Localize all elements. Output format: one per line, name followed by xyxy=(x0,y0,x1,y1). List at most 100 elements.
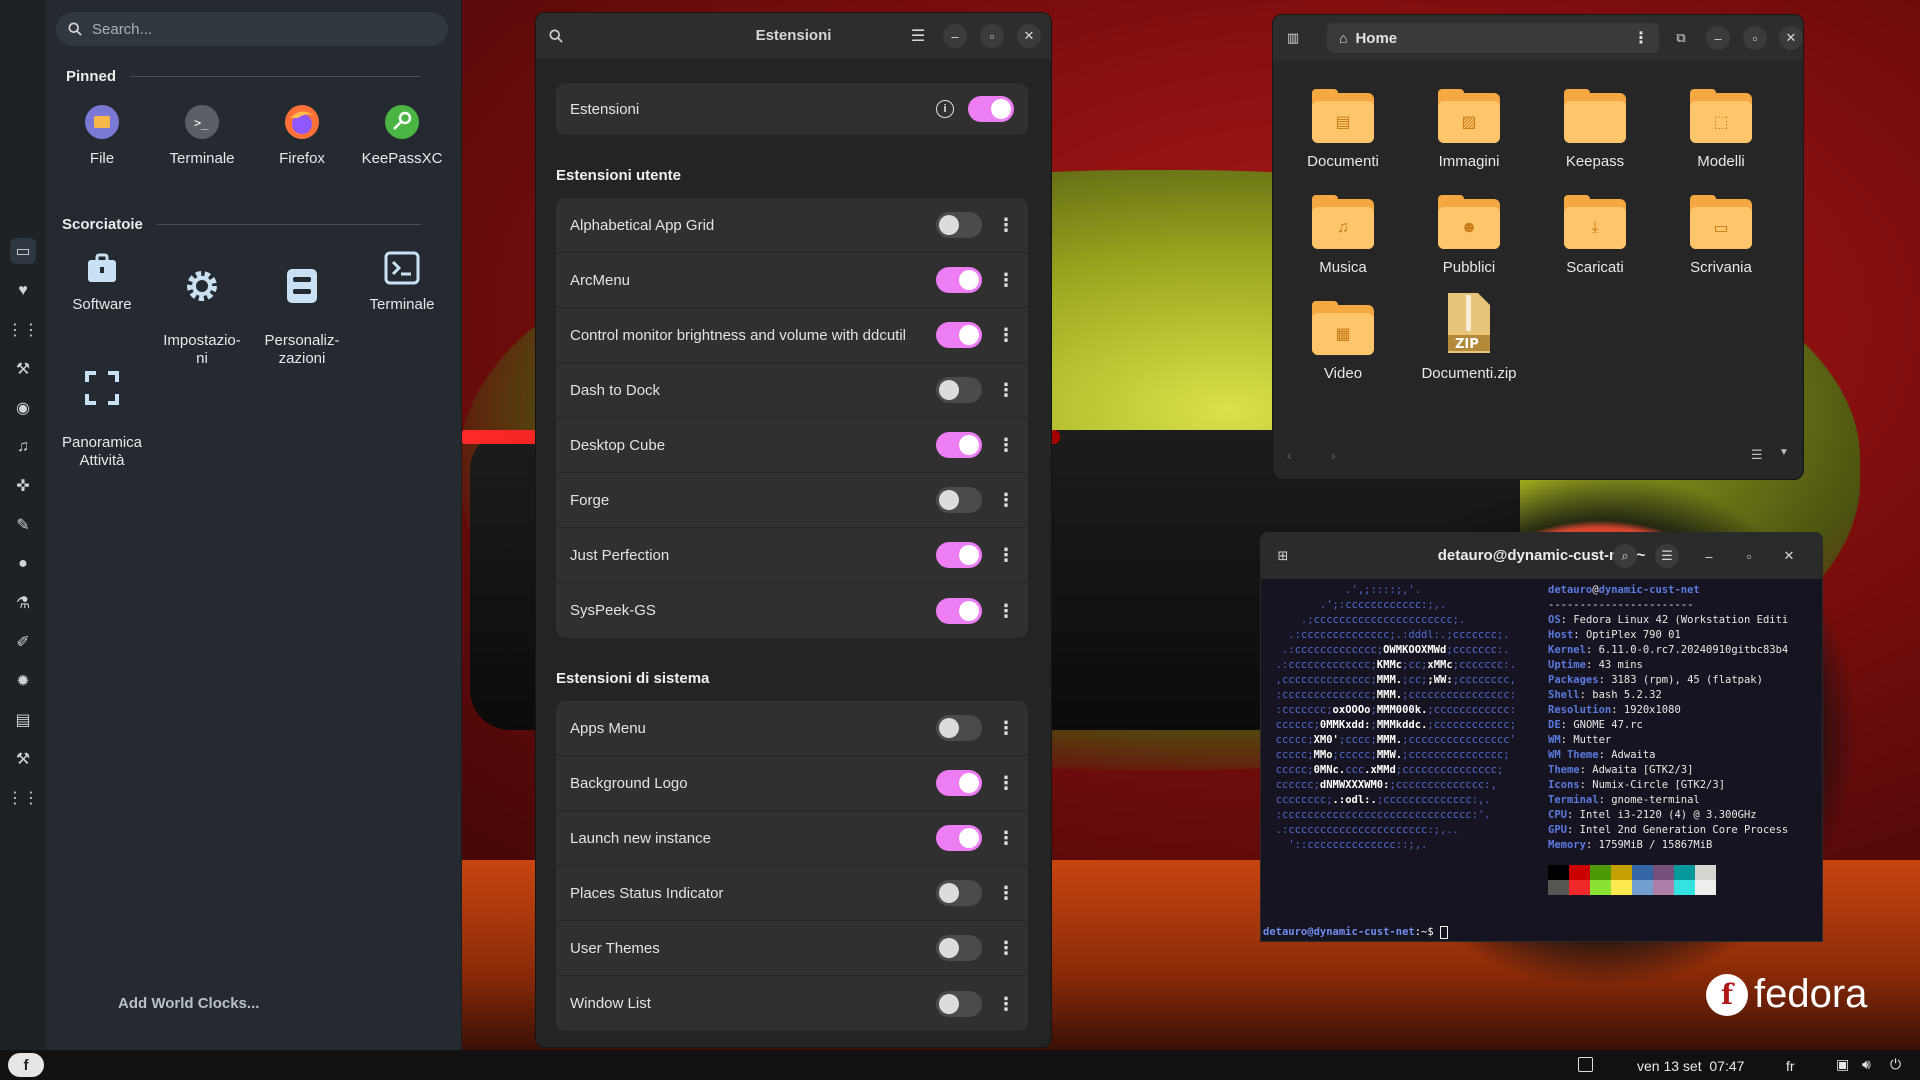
maximize-button[interactable]: ▫ xyxy=(1743,26,1767,50)
pinned-app-keepassxc[interactable]: KeePassXC xyxy=(354,102,450,168)
extension-toggle[interactable] xyxy=(936,880,982,906)
shortcut-tweaks[interactable]: Personaliz- zazioni xyxy=(254,248,350,368)
extension-menu-icon[interactable]: ⋮ xyxy=(996,774,1016,792)
location-menu-icon[interactable]: ⋮ xyxy=(1633,28,1649,48)
extension-menu-icon[interactable]: ⋮ xyxy=(996,326,1016,344)
extension-menu-icon[interactable]: ⋮ xyxy=(996,216,1016,234)
folder-item[interactable]: ZIP Documenti.zip xyxy=(1409,293,1529,382)
power-icon[interactable]: ⏻ xyxy=(1890,1056,1901,1073)
heart-icon[interactable]: ♥ xyxy=(10,278,36,304)
folder-item[interactable]: ⤓ Scaricati xyxy=(1535,195,1655,276)
extension-toggle[interactable] xyxy=(936,825,982,851)
extension-toggle[interactable] xyxy=(936,322,982,348)
pinned-app-terminal[interactable]: >_ Terminale xyxy=(154,102,250,168)
app-grid-icon[interactable]: ⋮⋮ xyxy=(7,785,39,811)
flask-icon[interactable]: ⚗ xyxy=(10,590,36,616)
search-box[interactable] xyxy=(56,12,448,46)
folder-item[interactable]: ▭ Scrivania xyxy=(1661,195,1781,276)
extension-name: SysPeek-GS xyxy=(570,602,656,619)
shortcut-terminal[interactable]: Terminale xyxy=(354,248,450,314)
extension-menu-icon[interactable]: ⋮ xyxy=(996,602,1016,620)
extension-toggle[interactable] xyxy=(936,377,982,403)
location-bar[interactable]: ⌂ Home ⋮ xyxy=(1327,23,1659,53)
extension-toggle[interactable] xyxy=(936,770,982,796)
extension-menu-icon[interactable]: ⋮ xyxy=(996,546,1016,564)
search-input[interactable] xyxy=(92,20,412,38)
tools-icon[interactable]: ⚒ xyxy=(10,356,36,382)
extension-menu-icon[interactable]: ⋮ xyxy=(996,491,1016,509)
pinned-app-firefox[interactable]: Firefox xyxy=(254,102,350,168)
close-button[interactable]: ✕ xyxy=(1777,544,1801,568)
list-view-icon[interactable]: ☰ xyxy=(1751,447,1763,463)
network-icon[interactable]: ▣ xyxy=(1836,1056,1849,1073)
new-folder-icon[interactable]: ⧉ xyxy=(1669,26,1693,50)
folder-item[interactable]: ▦ Video xyxy=(1283,301,1403,382)
document-icon[interactable]: ▤ xyxy=(10,707,36,733)
add-world-clocks-link[interactable]: Add World Clocks... xyxy=(118,995,259,1012)
extension-menu-icon[interactable]: ⋮ xyxy=(996,436,1016,454)
extension-toggle[interactable] xyxy=(936,487,982,513)
extension-menu-icon[interactable]: ⋮ xyxy=(996,995,1016,1013)
wrench-icon[interactable]: ✐ xyxy=(10,629,36,655)
palette-swatch xyxy=(1632,880,1653,895)
shell-prompt[interactable]: detauro@dynamic-cust-net:~$ xyxy=(1263,925,1449,940)
circle-icon[interactable]: ● xyxy=(10,551,36,577)
folder-item[interactable]: ⬚ Modelli xyxy=(1661,89,1781,170)
monitor-icon[interactable]: ▭ xyxy=(10,238,36,264)
close-button[interactable]: ✕ xyxy=(1017,24,1041,48)
keyboard-layout[interactable]: fr xyxy=(1786,1058,1795,1074)
minimize-button[interactable]: – xyxy=(1697,544,1721,568)
extension-toggle[interactable] xyxy=(936,597,982,624)
folder-item[interactable]: ♫ Musica xyxy=(1283,195,1403,276)
shortcut-overview[interactable]: Panoramica Attività xyxy=(54,350,150,470)
folder-name: Documenti.zip xyxy=(1421,365,1517,382)
extension-menu-icon[interactable]: ⋮ xyxy=(996,381,1016,399)
maximize-button[interactable]: ▫ xyxy=(980,24,1004,48)
extension-menu-icon[interactable]: ⋮ xyxy=(996,271,1016,289)
extension-toggle[interactable] xyxy=(936,212,982,238)
extension-toggle[interactable] xyxy=(936,935,982,961)
workspace-indicator-icon[interactable] xyxy=(1578,1057,1593,1072)
music-icon[interactable]: ♫ xyxy=(10,434,36,460)
view-options-icon[interactable]: ▼ xyxy=(1779,447,1789,458)
extension-toggle[interactable] xyxy=(936,990,982,1017)
extension-menu-icon[interactable]: ⋮ xyxy=(996,884,1016,902)
master-toggle[interactable] xyxy=(968,96,1014,122)
extension-menu-icon[interactable]: ⋮ xyxy=(996,719,1016,737)
search-button[interactable]: ⌕ xyxy=(1613,544,1637,568)
graphics-icon[interactable]: ✎ xyxy=(10,512,36,538)
extension-toggle[interactable] xyxy=(936,267,982,293)
extension-menu-icon[interactable]: ⋮ xyxy=(996,939,1016,957)
palette-swatch xyxy=(1590,880,1611,895)
app-grid-icon[interactable]: ⋮⋮ xyxy=(7,317,39,343)
extension-toggle[interactable] xyxy=(936,432,982,458)
maximize-button[interactable]: ▫ xyxy=(1737,544,1761,568)
minimize-button[interactable]: – xyxy=(943,24,967,48)
menu-button[interactable]: ☰ xyxy=(1655,544,1679,568)
folder-item[interactable]: ▨ Immagini xyxy=(1409,89,1529,170)
folder-item[interactable]: Keepass xyxy=(1535,89,1655,170)
forward-icon[interactable]: › xyxy=(1331,447,1336,463)
info-icon[interactable]: i xyxy=(936,100,954,118)
pinned-app-file[interactable]: File xyxy=(54,102,150,168)
back-icon[interactable]: ‹ xyxy=(1287,447,1292,463)
shortcut-software[interactable]: Software xyxy=(54,248,150,314)
shortcut-settings[interactable]: Impostazio- ni xyxy=(154,248,250,368)
close-button[interactable]: ✕ xyxy=(1779,26,1803,50)
extension-menu-icon[interactable]: ⋮ xyxy=(996,829,1016,847)
chrome-icon[interactable]: ◉ xyxy=(10,395,36,421)
volume-icon[interactable]: 🔊︎ xyxy=(1862,1056,1871,1073)
sidebar-toggle-icon[interactable]: ▥ xyxy=(1281,26,1305,50)
main-menu-button[interactable]: ☰ xyxy=(906,24,930,48)
minimize-button[interactable]: – xyxy=(1706,26,1730,50)
extension-toggle[interactable] xyxy=(936,715,982,741)
clock[interactable]: ven 13 set 07:47 xyxy=(1637,1058,1744,1074)
fedora-menu-button[interactable]: f xyxy=(8,1053,44,1077)
info-value: Adwaita [GTK2/3] xyxy=(1592,764,1694,776)
folder-item[interactable]: ☻ Pubblici xyxy=(1409,195,1529,276)
gamepad-icon[interactable]: ✜ xyxy=(10,473,36,499)
settings-icon[interactable]: ✹ xyxy=(10,668,36,694)
system-tools-icon[interactable]: ⚒ xyxy=(10,746,36,772)
extension-toggle[interactable] xyxy=(936,542,982,568)
folder-item[interactable]: ▤ Documenti xyxy=(1283,89,1403,170)
